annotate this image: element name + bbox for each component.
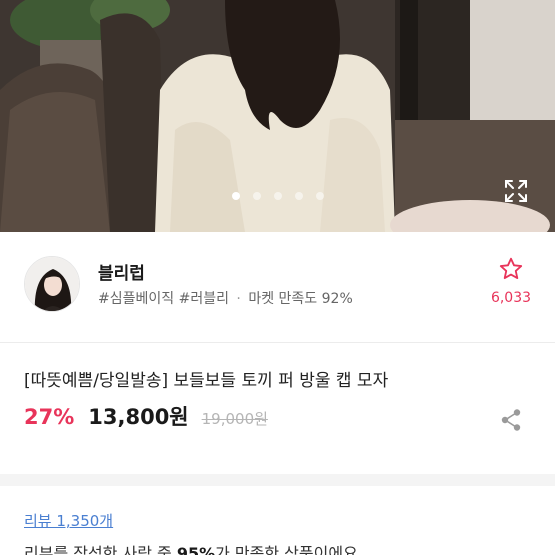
divider xyxy=(0,342,555,343)
carousel-dot[interactable] xyxy=(253,192,261,200)
fullscreen-icon[interactable] xyxy=(503,178,529,204)
carousel-indicator xyxy=(232,192,324,200)
star-outline-icon[interactable] xyxy=(498,256,524,282)
market-satisfaction: 마켓 만족도 92% xyxy=(248,291,353,307)
review-summary-suffix: 가 만족한 상품이에요 xyxy=(215,544,358,555)
carousel-dot[interactable] xyxy=(316,192,324,200)
seller-tag[interactable]: #심플베이직 xyxy=(98,291,174,307)
section-divider xyxy=(0,474,555,486)
seller-tag[interactable]: #러블리 xyxy=(179,291,229,307)
price-row: 27% 13,800원 19,000원 xyxy=(24,401,268,431)
seller-tags: #심플베이직 #러블리 · 마켓 만족도 92% xyxy=(98,288,353,308)
satisfaction-percent: 95% xyxy=(176,544,216,555)
share-icon[interactable] xyxy=(500,408,522,432)
product-image-carousel[interactable] xyxy=(0,0,555,232)
favorite-button[interactable]: 6,033 xyxy=(486,256,536,306)
sale-price: 13,800원 xyxy=(88,405,189,429)
seller-avatar[interactable] xyxy=(24,256,80,312)
carousel-dot[interactable] xyxy=(274,192,282,200)
seller-info[interactable]: 블리럽 #심플베이직 #러블리 · 마켓 만족도 92% 6,033 xyxy=(0,232,555,342)
tag-separator: · xyxy=(236,291,241,307)
original-price: 19,000원 xyxy=(201,410,268,428)
product-title: [따뜻예쁨/당일발송] 보들보들 토끼 퍼 방울 캡 모자 xyxy=(24,371,389,391)
review-count-link[interactable]: 리뷰 1,350개 xyxy=(24,510,113,531)
carousel-dot[interactable] xyxy=(295,192,303,200)
carousel-dot-active[interactable] xyxy=(232,192,240,200)
seller-name[interactable]: 블리럽 xyxy=(98,259,145,284)
favorite-count: 6,033 xyxy=(490,290,532,306)
review-summary: 리뷰를 작성한 사람 중 95%가 만족한 상품이에요 xyxy=(24,540,358,555)
review-summary-prefix: 리뷰를 작성한 사람 중 xyxy=(24,544,177,555)
discount-rate: 27% xyxy=(24,405,75,429)
